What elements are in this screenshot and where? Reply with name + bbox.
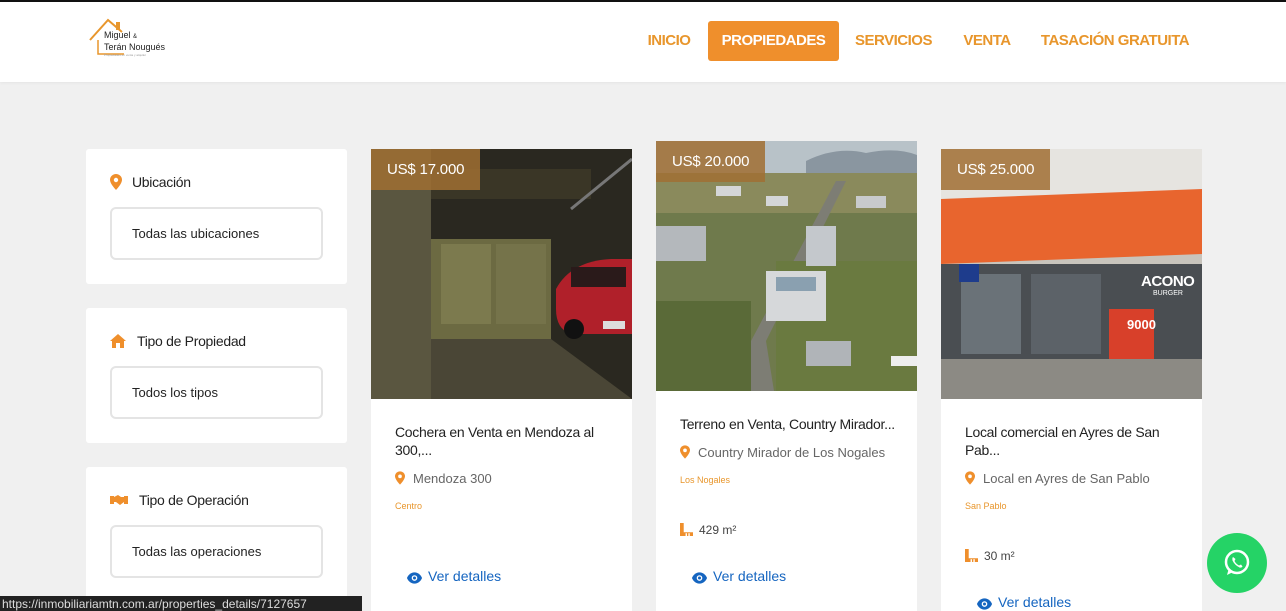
handshake-icon (110, 495, 128, 505)
property-location: Country Mirador de Los Nogales (680, 445, 885, 460)
ver-detalles-link[interactable]: Ver detalles (977, 594, 1071, 610)
ver-detalles-label: Ver detalles (713, 568, 787, 584)
price-badge: US$ 25.000 (941, 149, 1051, 190)
brand-line1: Miguel (104, 30, 131, 40)
filter-operacion-title: Tipo de Operación (139, 492, 249, 508)
browser-status-url: https://inmobiliariamtn.com.ar/propertie… (0, 596, 362, 611)
nav-tasacion[interactable]: TASACIÓN GRATUITA (1034, 21, 1196, 61)
location-text: Country Mirador de Los Nogales (698, 445, 886, 460)
brand-tagline: Propiedades en venta y alquiler (104, 53, 147, 57)
brand-amp: & (133, 34, 138, 40)
map-pin-icon (680, 445, 690, 459)
ruler-icon (680, 523, 693, 536)
property-zone: Los Nogales (680, 475, 731, 485)
property-card[interactable]: ACONO BURGER 9000 US$ 25.000 Local comer… (941, 149, 1202, 611)
property-title[interactable]: Local comercial en Ayres de San Pab... (965, 423, 1180, 459)
shop-sign-sub: BURGER (1153, 290, 1183, 297)
property-zone: San Pablo (965, 501, 1007, 511)
property-photo[interactable]: US$ 17.000 (371, 149, 632, 399)
tipo-select[interactable]: Todos los tipos (110, 366, 323, 419)
property-title[interactable]: Cochera en Venta en Mendoza al 300,... (395, 423, 610, 459)
filter-tipo-title: Tipo de Propiedad (137, 333, 246, 349)
eye-icon (977, 598, 992, 610)
area-text: 30 m² (984, 549, 1015, 563)
map-pin-icon (395, 471, 405, 485)
site-header: Miguel & Terán Nougués Propiedades en ve… (0, 2, 1286, 82)
filter-ubicacion-card: Ubicación Todas las ubicaciones (86, 149, 347, 284)
house-icon (110, 334, 126, 348)
eye-icon (692, 572, 707, 584)
property-card[interactable]: US$ 17.000 Cochera en Venta en Mendoza a… (371, 149, 632, 611)
nav-venta[interactable]: VENTA (954, 21, 1020, 61)
map-pin-icon (110, 174, 122, 190)
ubicacion-select-value: Todas las ubicaciones (132, 226, 260, 241)
nav-propiedades[interactable]: PROPIEDADES (708, 21, 839, 61)
ver-detalles-label: Ver detalles (428, 568, 502, 584)
location-text: Local en Ayres de San Pablo (983, 471, 1150, 486)
property-area: 30 m² (965, 549, 1015, 563)
property-photo[interactable]: US$ 20.000 (656, 141, 917, 391)
operacion-select[interactable]: Todas las operaciones (110, 525, 323, 578)
price-badge: US$ 17.000 (371, 149, 481, 190)
area-text: 429 m² (699, 523, 737, 537)
filter-ubicacion-title: Ubicación (132, 174, 191, 190)
whatsapp-button[interactable] (1207, 533, 1267, 593)
tipo-select-value: Todos los tipos (132, 385, 218, 400)
property-card[interactable]: US$ 20.000 Terreno en Venta, Country Mir… (656, 141, 917, 611)
ver-detalles-label: Ver detalles (998, 594, 1072, 610)
operacion-select-value: Todas las operaciones (132, 544, 262, 559)
shop-sign: ACONO (1141, 273, 1195, 290)
property-location: Mendoza 300 (395, 471, 492, 486)
property-area: 429 m² (680, 523, 736, 537)
ver-detalles-link[interactable]: Ver detalles (407, 568, 501, 584)
property-zone: Centro (395, 501, 423, 511)
nav-servicios[interactable]: SERVICIOS (847, 21, 940, 61)
shop-price-sign: 9000 (1127, 317, 1156, 332)
brand-logo[interactable]: Miguel & Terán Nougués Propiedades en ve… (88, 16, 178, 62)
ubicacion-select[interactable]: Todas las ubicaciones (110, 207, 323, 260)
price-badge: US$ 20.000 (656, 141, 766, 182)
property-location: Local en Ayres de San Pablo (965, 471, 1150, 486)
map-pin-icon (965, 471, 975, 485)
ver-detalles-link[interactable]: Ver detalles (692, 568, 786, 584)
property-photo[interactable]: ACONO BURGER 9000 US$ 25.000 (941, 149, 1202, 399)
ruler-icon (965, 549, 978, 562)
location-text: Mendoza 300 (413, 471, 492, 486)
filter-tipo-card: Tipo de Propiedad Todos los tipos (86, 308, 347, 443)
nav-inicio[interactable]: INICIO (636, 21, 702, 61)
brand-line2: Terán Nougués (104, 42, 166, 52)
whatsapp-icon (1224, 549, 1250, 575)
filter-operacion-card: Tipo de Operación Todas las operaciones (86, 467, 347, 611)
property-title[interactable]: Terreno en Venta, Country Mirador... (680, 415, 895, 433)
eye-icon (407, 572, 422, 584)
